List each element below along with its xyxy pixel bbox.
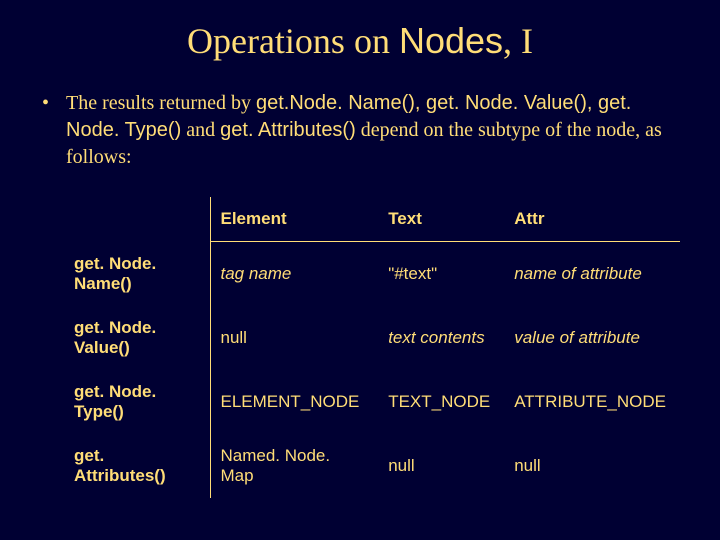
bullet-code2: get. Node. Value(), [426, 92, 598, 114]
slide: Operations on Nodes, I • The results ret… [0, 0, 720, 540]
table-row: get. Node. Type()ELEMENT_NODETEXT_NODEAT… [64, 370, 680, 434]
row-label: get. Node. Name() [64, 242, 210, 306]
table-header-attr: Attr [504, 197, 680, 242]
table-row: get. Attributes()Named. Node. Mapnullnul… [64, 434, 680, 498]
bullet-item: • The results returned by get.Node. Name… [40, 90, 680, 171]
row-label: get. Node. Value() [64, 306, 210, 370]
table-row: get. Node. Value()nulltext contentsvalue… [64, 306, 680, 370]
row-cell: text contents [378, 306, 504, 370]
row-cell: ELEMENT_NODE [210, 370, 378, 434]
table-header-row: Element Text Attr [64, 197, 680, 242]
row-cell: null [504, 434, 680, 498]
row-label: get. Node. Type() [64, 370, 210, 434]
title-post: , I [503, 21, 533, 61]
title-nodes: Nodes [399, 20, 503, 61]
bullet-code1: get.Node. Name(), [256, 92, 426, 114]
node-operations-table: Element Text Attr get. Node. Name()tag n… [64, 197, 680, 498]
table-row: get. Node. Name()tag name"#text"name of … [64, 242, 680, 306]
table-header-element: Element [210, 197, 378, 242]
row-cell: ATTRIBUTE_NODE [504, 370, 680, 434]
row-cell: Named. Node. Map [210, 434, 378, 498]
bullet-seg1: The results returned by [66, 92, 256, 114]
table-header-blank [64, 197, 210, 242]
slide-title: Operations on Nodes, I [40, 20, 680, 62]
title-pre: Operations on [187, 21, 399, 61]
bullet-dot: • [40, 90, 66, 117]
bullet-seg2: and [181, 119, 220, 141]
row-cell: tag name [210, 242, 378, 306]
row-cell: TEXT_NODE [378, 370, 504, 434]
row-label: get. Attributes() [64, 434, 210, 498]
row-cell: name of attribute [504, 242, 680, 306]
row-cell: value of attribute [504, 306, 680, 370]
table-body: get. Node. Name()tag name"#text"name of … [64, 242, 680, 498]
bullet-text: The results returned by get.Node. Name()… [66, 90, 680, 171]
table-header-text: Text [378, 197, 504, 242]
bullet-code4: get. Attributes() [220, 119, 356, 141]
row-cell: null [378, 434, 504, 498]
row-cell: "#text" [378, 242, 504, 306]
row-cell: null [210, 306, 378, 370]
